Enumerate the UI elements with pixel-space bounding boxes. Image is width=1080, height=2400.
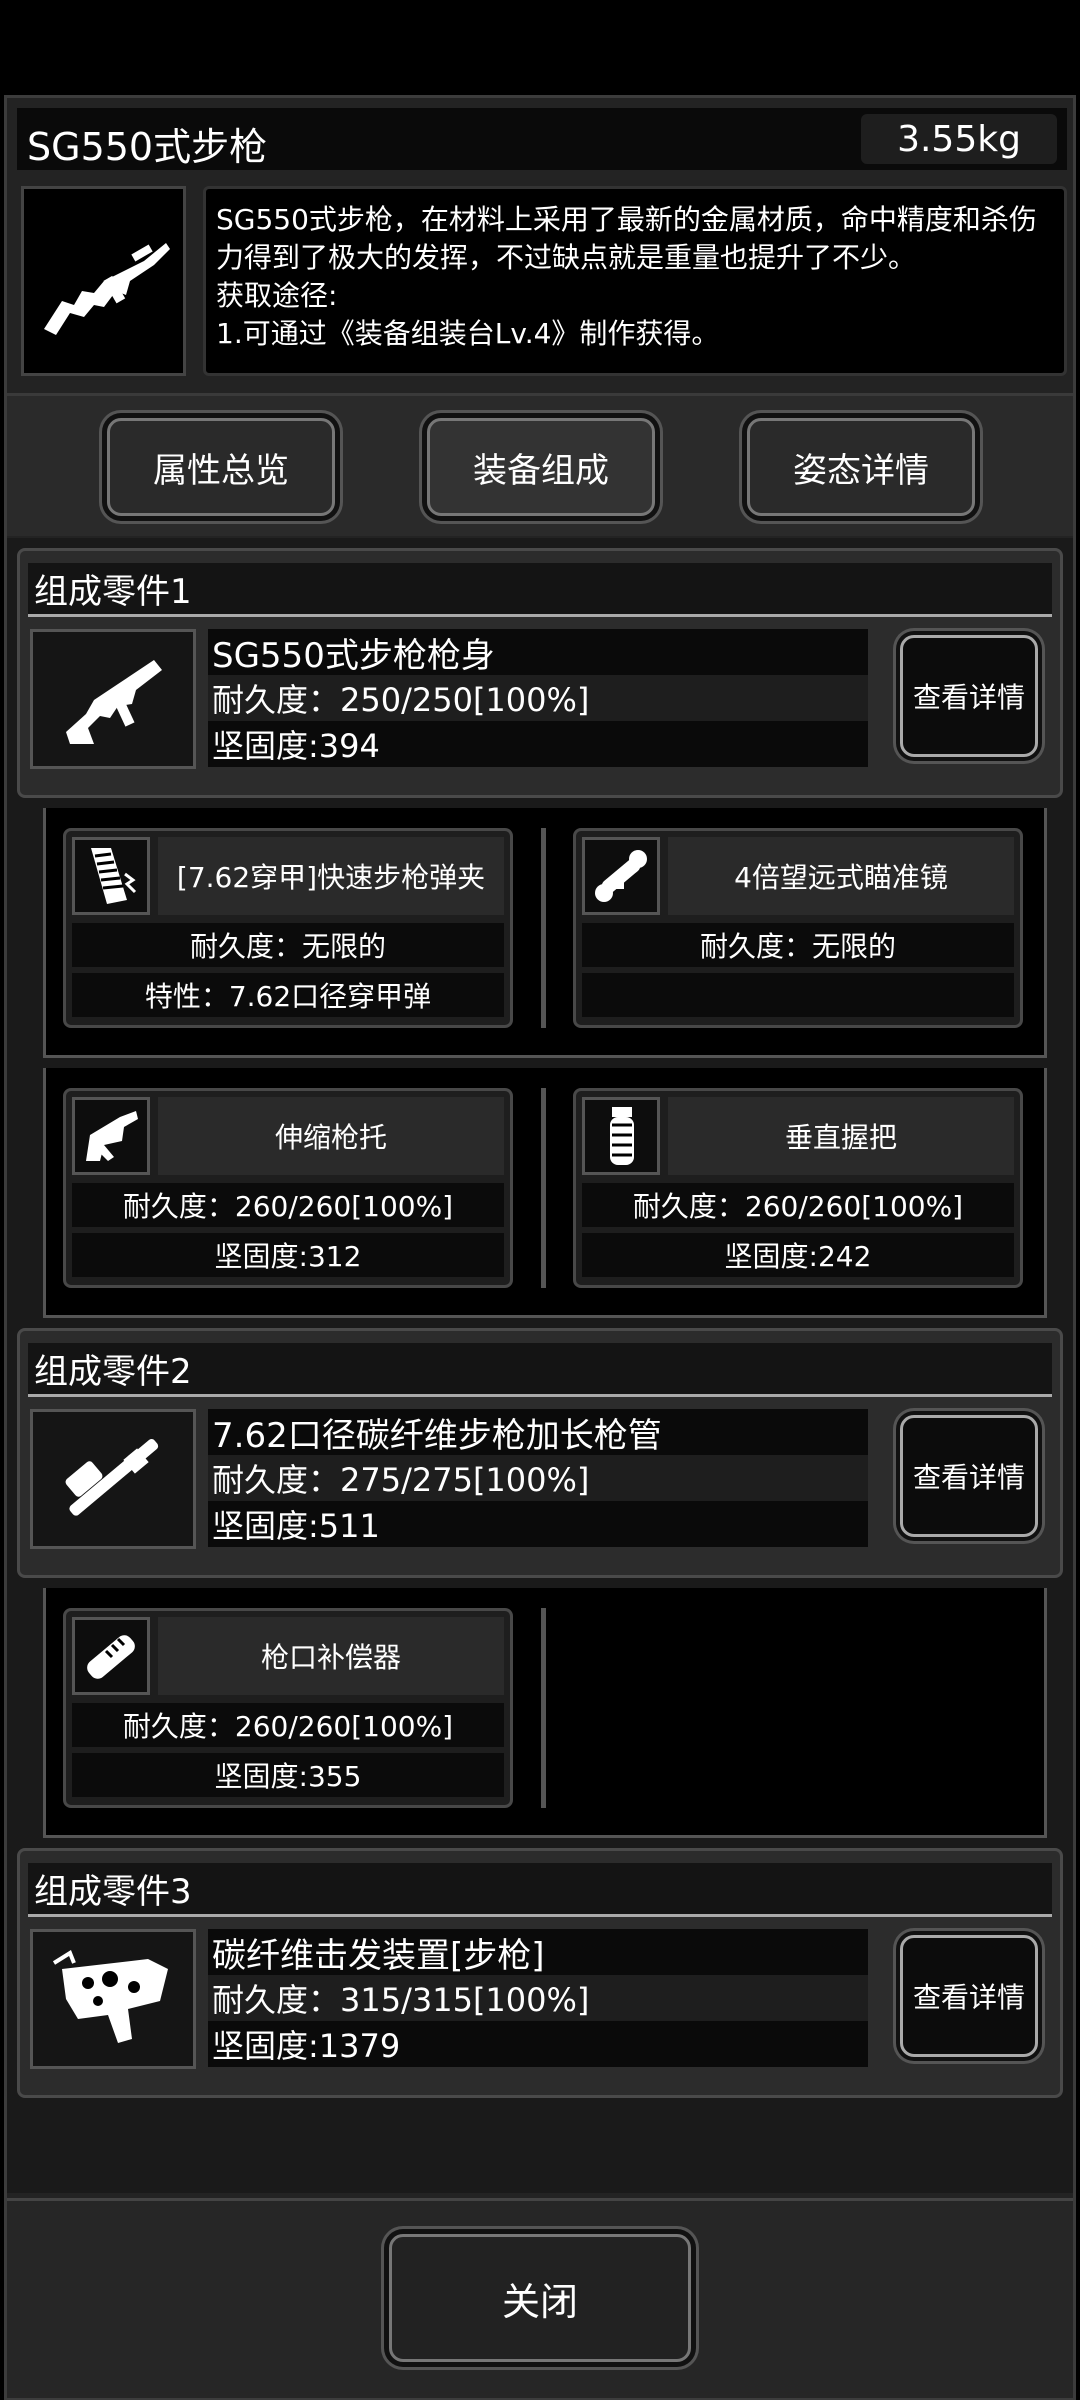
compensator-icon <box>87 1635 135 1679</box>
attachment-stat-2: 坚固度:242 <box>582 1233 1014 1277</box>
part-info: SG550式步枪枪身 耐久度：250/250[100%] 坚固度:394 <box>208 629 868 769</box>
grip-icon <box>610 1107 634 1165</box>
item-detail-panel: SG550式步枪 3.55kg SG550式步枪，在材料上采用了最新的金属材质，… <box>4 95 1076 2400</box>
attachment-separator <box>541 1088 546 1288</box>
attachment-separator <box>541 828 546 1028</box>
attachment-name: 4倍望远式瞄准镜 <box>668 837 1014 915</box>
part-name: 7.62口径碳纤维步枪加长枪管 <box>208 1409 868 1455</box>
item-header: SG550式步枪 3.55kg <box>17 108 1067 170</box>
part-durability: 耐久度：275/275[100%] <box>208 1455 868 1501</box>
attachment-card[interactable]: 枪口补偿器 耐久度：260/260[100%] 坚固度:355 <box>63 1608 513 1808</box>
magazine-icon <box>91 848 137 904</box>
attachment-stat-1: 耐久度：无限的 <box>582 923 1014 967</box>
attachment-name: [7.62穿甲]快速步枪弹夹 <box>158 837 504 915</box>
attachment-name: 枪口补偿器 <box>158 1617 504 1695</box>
scope-icon <box>595 850 647 902</box>
part-hardness: 坚固度:511 <box>208 1501 868 1547</box>
item-name: SG550式步枪 <box>27 125 268 169</box>
attachment-icon-box <box>72 1097 150 1175</box>
attachment-icon-box <box>582 1097 660 1175</box>
barrel-icon <box>65 1439 159 1516</box>
part-hardness: 坚固度:1379 <box>208 2021 868 2067</box>
part-card-1: 组成零件1 SG550式步枪枪身 耐久度：250/250[100%] 坚固度:3… <box>17 548 1063 798</box>
attachment-stat-2: 坚固度:355 <box>72 1753 504 1797</box>
stock-icon <box>86 1111 138 1161</box>
part-header: 组成零件1 <box>28 563 1052 617</box>
attachment-stat-1: 耐久度：260/260[100%] <box>72 1703 504 1747</box>
close-button[interactable]: 关闭 <box>389 2234 691 2362</box>
attachment-card[interactable]: 垂直握把 耐久度：260/260[100%] 坚固度:242 <box>573 1088 1023 1288</box>
part-icon-box <box>30 1409 196 1549</box>
tab-attributes[interactable]: 属性总览 <box>107 418 335 516</box>
part-info: 碳纤维击发装置[步枪] 耐久度：315/315[100%] 坚固度:1379 <box>208 1929 868 2069</box>
rifle-icon <box>43 243 170 335</box>
rifle-body-icon <box>66 660 162 744</box>
attachment-stat-1: 耐久度：无限的 <box>72 923 504 967</box>
item-icon-box <box>21 186 186 376</box>
part-name: SG550式步枪枪身 <box>208 629 868 675</box>
attachment-icon-box <box>72 1617 150 1695</box>
item-description: SG550式步枪，在材料上采用了最新的金属材质，命中精度和杀伤力得到了极大的发挥… <box>216 203 1037 274</box>
part-info: 7.62口径碳纤维步枪加长枪管 耐久度：275/275[100%] 坚固度:51… <box>208 1409 868 1549</box>
tab-composition[interactable]: 装备组成 <box>427 418 655 516</box>
attachment-card[interactable]: [7.62穿甲]快速步枪弹夹 耐久度：无限的 特性：7.62口径穿甲弹 <box>63 828 513 1028</box>
attachment-stat-2 <box>582 973 1014 1017</box>
part-header: 组成零件3 <box>28 1863 1052 1917</box>
view-details-button[interactable]: 查看详情 <box>900 635 1038 757</box>
tab-stance[interactable]: 姿态详情 <box>747 418 975 516</box>
part-icon-box <box>30 1929 196 2069</box>
attachment-stat-1: 耐久度：260/260[100%] <box>582 1183 1014 1227</box>
item-weight: 3.55kg <box>861 114 1057 164</box>
attachment-card[interactable]: 4倍望远式瞄准镜 耐久度：无限的 <box>573 828 1023 1028</box>
attachment-stat-2: 特性：7.62口径穿甲弹 <box>72 973 504 1017</box>
attachment-name: 伸缩枪托 <box>158 1097 504 1175</box>
attachment-name: 垂直握把 <box>668 1097 1014 1175</box>
attachment-stat-1: 耐久度：260/260[100%] <box>72 1183 504 1227</box>
status-bar <box>0 0 1080 95</box>
part-header: 组成零件2 <box>28 1343 1052 1397</box>
acquire-title: 获取途径: <box>216 279 338 312</box>
part-durability: 耐久度：250/250[100%] <box>208 675 868 721</box>
view-details-button[interactable]: 查看详情 <box>900 1415 1038 1537</box>
part-name: 碳纤维击发装置[步枪] <box>208 1929 868 1975</box>
part-card-2: 组成零件2 7.62口径碳纤维步枪加长枪管 耐久度：275/275[100%] … <box>17 1328 1063 1578</box>
part-durability: 耐久度：315/315[100%] <box>208 1975 868 2021</box>
view-details-button[interactable]: 查看详情 <box>900 1935 1038 2057</box>
acquire-line: 1.可通过《装备组装台Lv.4》制作获得。 <box>216 317 720 350</box>
item-description-box: SG550式步枪，在材料上采用了最新的金属材质，命中精度和杀伤力得到了极大的发挥… <box>203 186 1067 376</box>
attachment-icon-box <box>582 837 660 915</box>
trigger-icon <box>52 1950 168 2043</box>
attachment-card[interactable]: 伸缩枪托 耐久度：260/260[100%] 坚固度:312 <box>63 1088 513 1288</box>
attachment-icon-box <box>72 837 150 915</box>
attachment-separator <box>541 1608 546 1808</box>
attachment-stat-2: 坚固度:312 <box>72 1233 504 1277</box>
composition-list[interactable]: 组成零件1 SG550式步枪枪身 耐久度：250/250[100%] 坚固度:3… <box>7 538 1073 2193</box>
part-hardness: 坚固度:394 <box>208 721 868 767</box>
part-icon-box <box>30 629 196 769</box>
part-card-3: 组成零件3 碳纤维击发装置[步枪] 耐久度：315/315[100%] 坚固度:… <box>17 1848 1063 2098</box>
